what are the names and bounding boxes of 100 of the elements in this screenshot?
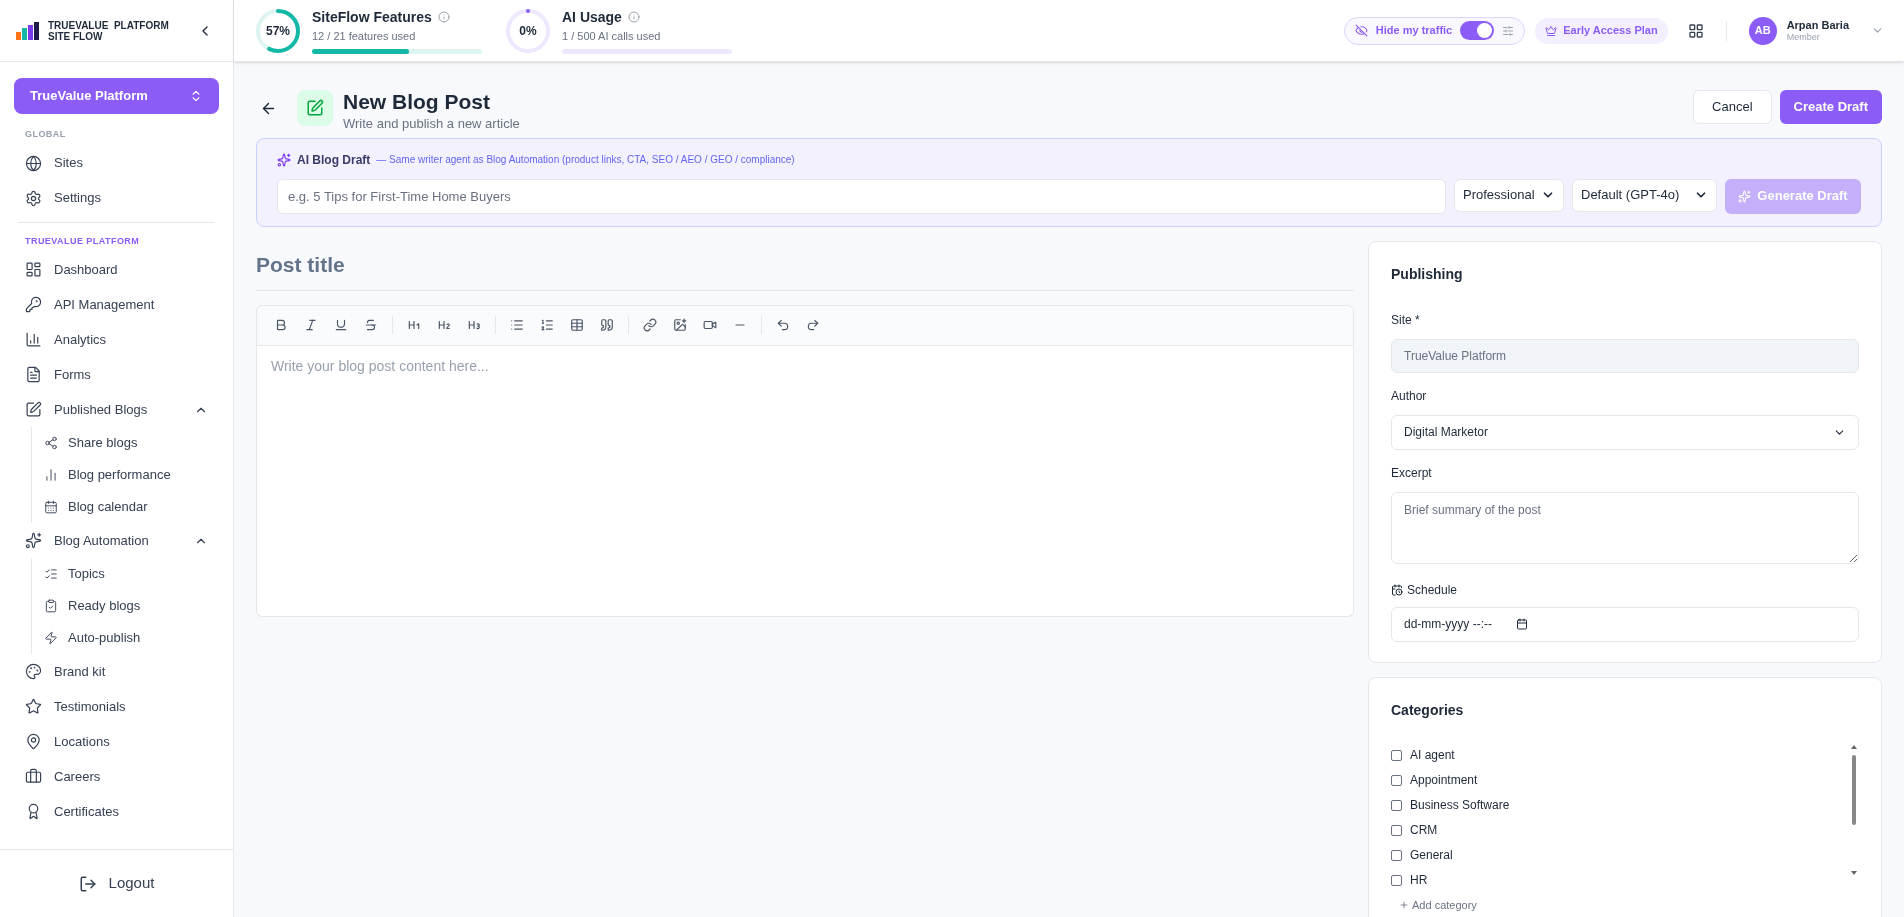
user-avatar[interactable]: AB bbox=[1748, 16, 1777, 45]
site-field: TrueValue Platform bbox=[1391, 338, 1859, 373]
category-label: General bbox=[1410, 847, 1453, 864]
category-label: Appointment bbox=[1410, 772, 1478, 789]
logout-button[interactable]: Logout bbox=[78, 872, 155, 895]
sparkle-icon bbox=[25, 532, 42, 549]
lightning-icon bbox=[44, 631, 58, 645]
category-checkbox[interactable] bbox=[1391, 824, 1402, 836]
bar-chart-icon bbox=[25, 331, 42, 348]
calendar-clock-icon bbox=[1391, 583, 1403, 596]
nav-item[interactable]: Dashboard bbox=[18, 252, 215, 287]
nav-item[interactable]: Sites bbox=[18, 145, 215, 181]
document-icon bbox=[25, 366, 42, 383]
nav-item[interactable]: Locations bbox=[18, 724, 215, 759]
star-icon bbox=[25, 698, 42, 715]
section-heading: GLOBAL bbox=[24, 128, 67, 141]
briefcase-icon bbox=[25, 768, 42, 785]
plan-label: Early Access Plan bbox=[1563, 23, 1658, 39]
page-title: New Blog Post bbox=[343, 90, 491, 114]
usage-title: SiteFlow Features bbox=[312, 7, 432, 27]
plus-icon bbox=[1399, 899, 1409, 910]
cancel-button[interactable]: Cancel bbox=[1693, 90, 1772, 124]
post-title-field[interactable]: Post title bbox=[256, 240, 1354, 291]
edit-icon bbox=[25, 401, 42, 418]
nav-item[interactable]: Settings bbox=[18, 180, 215, 216]
nav-item[interactable]: API Management bbox=[18, 287, 215, 322]
sliders-icon[interactable] bbox=[1502, 24, 1515, 37]
nav-item[interactable]: Analytics bbox=[18, 322, 215, 357]
category-label: CRM bbox=[1410, 822, 1438, 839]
apps-grid-icon[interactable] bbox=[1687, 22, 1704, 39]
clipboard-icon bbox=[44, 599, 58, 613]
page-subtitle: Write and publish a new article bbox=[343, 115, 520, 133]
field-label: Schedule bbox=[1407, 581, 1458, 599]
usage-percent: 57% bbox=[266, 22, 290, 40]
user-name: Arpan Baria bbox=[1786, 18, 1849, 31]
nav-item[interactable]: Brand kit bbox=[18, 654, 215, 689]
nav-subitem[interactable]: Ready blogs bbox=[44, 590, 215, 622]
workspace-selector[interactable]: TrueValue Platform bbox=[14, 78, 219, 114]
usage-percent: 0% bbox=[519, 22, 537, 40]
author-select[interactable]: Digital Marketor bbox=[1391, 414, 1859, 450]
category-label: Business Software bbox=[1410, 797, 1510, 814]
back-button[interactable] bbox=[260, 100, 277, 117]
create-draft-button[interactable]: Create Draft bbox=[1779, 90, 1882, 124]
ai-draft-title: AI Blog Draft bbox=[297, 151, 371, 169]
globe-icon bbox=[25, 154, 42, 172]
field-label: Author bbox=[1391, 387, 1428, 405]
category-label: HR bbox=[1410, 872, 1428, 889]
nav-item[interactable]: Careers bbox=[18, 759, 215, 794]
usage-title: AI Usage bbox=[562, 7, 622, 27]
map-pin-icon bbox=[25, 733, 42, 750]
nav-subitem[interactable]: Blog performance bbox=[44, 459, 215, 491]
category-checkbox[interactable] bbox=[1391, 799, 1402, 811]
nav-item[interactable]: Forms bbox=[18, 357, 215, 392]
traffic-switch[interactable] bbox=[1460, 21, 1495, 40]
bar-chart-icon bbox=[44, 468, 58, 482]
category-checkbox[interactable] bbox=[1391, 774, 1402, 786]
nav-subitem[interactable]: Share blogs bbox=[44, 427, 215, 459]
calendar-icon bbox=[44, 500, 58, 514]
card-title: Publishing bbox=[1391, 264, 1464, 284]
progress-ring bbox=[254, 6, 302, 55]
brand-subtitle: SITE FLOW bbox=[48, 30, 104, 42]
section-heading: TRUEVALUE PLATFORM bbox=[24, 234, 141, 248]
nav-subitem[interactable]: Auto-publish bbox=[44, 622, 215, 654]
usage-detail: 1 / 500 AI calls used bbox=[562, 28, 662, 44]
settings-icon bbox=[25, 189, 42, 207]
nav-subitem[interactable]: Blog calendar bbox=[44, 491, 215, 523]
field-label: Excerpt bbox=[1391, 464, 1433, 482]
category-checkbox[interactable] bbox=[1391, 849, 1402, 861]
checklist-icon bbox=[44, 567, 58, 581]
nav-item[interactable]: Certificates bbox=[18, 794, 215, 829]
logo-icon bbox=[16, 21, 40, 40]
nav-item[interactable]: Blog Automation bbox=[18, 523, 215, 558]
card-title: Categories bbox=[1391, 700, 1465, 720]
toggle-label: Hide my traffic bbox=[1375, 23, 1453, 39]
crown-icon bbox=[1545, 24, 1558, 37]
ai-draft-note: — Same writer agent as Blog Automation (product links, CTA, SEO / AEO / GEO / compliance) bbox=[376, 153, 795, 167]
progress-ring bbox=[504, 6, 552, 55]
eye-off-icon bbox=[1354, 24, 1368, 37]
share-icon bbox=[44, 436, 58, 450]
category-checkbox[interactable] bbox=[1391, 749, 1402, 761]
calendar-icon bbox=[1516, 618, 1528, 630]
nav-subitem[interactable]: Topics bbox=[44, 558, 215, 590]
field-label: Site * bbox=[1391, 311, 1421, 329]
category-checkbox[interactable] bbox=[1391, 874, 1402, 886]
excerpt-field[interactable]: Brief summary of the post bbox=[1391, 491, 1859, 564]
brand-name: TRUEVALUE PLATFORM bbox=[48, 19, 169, 31]
sparkle-icon bbox=[1738, 189, 1752, 203]
category-label: AI agent bbox=[1410, 747, 1455, 764]
content-editor-field[interactable]: Write your blog post content here... bbox=[256, 345, 1354, 617]
nav-item[interactable]: Published Blogs bbox=[18, 392, 215, 427]
palette-icon bbox=[25, 663, 42, 680]
nav-item[interactable]: Testimonials bbox=[18, 689, 215, 724]
sparkle-icon bbox=[277, 152, 291, 167]
key-icon bbox=[25, 296, 42, 313]
logout-icon bbox=[78, 874, 97, 893]
schedule-field[interactable]: dd-mm-yyyy --:-- bbox=[1391, 606, 1859, 642]
add-category-link[interactable]: Add category bbox=[1399, 896, 1477, 913]
user-role: Member bbox=[1786, 31, 1821, 43]
usage-detail: 12 / 21 features used bbox=[312, 28, 417, 44]
edit-icon bbox=[297, 90, 333, 126]
